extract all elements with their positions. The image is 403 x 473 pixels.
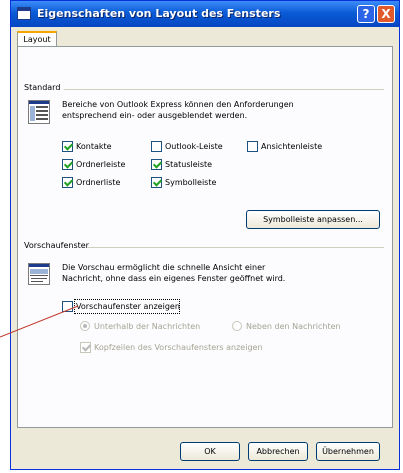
callout-pointer-line — [0, 305, 79, 338]
